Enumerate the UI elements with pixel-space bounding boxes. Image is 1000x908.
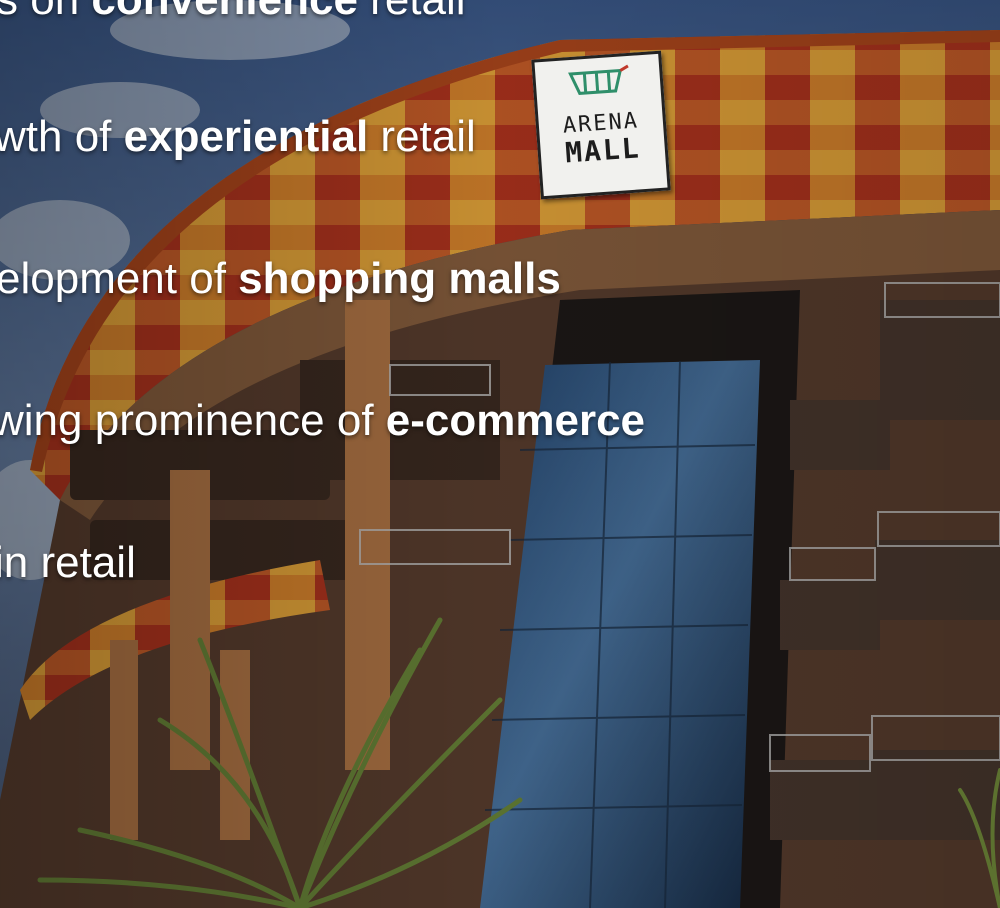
cart-logo-icon [568, 64, 629, 95]
mall-photo [0, 0, 1000, 908]
arena-mall-sign: ARENA MALL [531, 50, 671, 200]
dark-overlay [0, 0, 1000, 908]
